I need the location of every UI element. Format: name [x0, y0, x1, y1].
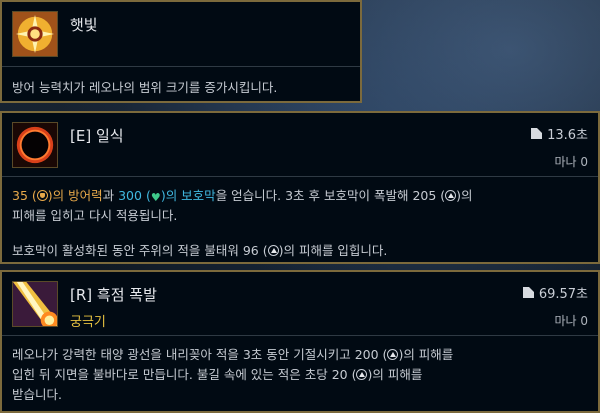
ability-r-cooldown: 69.57초	[522, 283, 588, 302]
ability-power-icon	[387, 349, 399, 360]
eclipse-icon	[12, 122, 58, 168]
health-icon	[151, 188, 161, 208]
ability-e-cooldown-value: 13.6초	[547, 128, 588, 143]
ability-e-line-3: 보호막이 활성화된 동안 주위의 적을 불태워 96 ()의 피해를 입힙니다.	[12, 243, 388, 258]
ability-r-cost: 마나 0	[554, 314, 588, 328]
ability-r-cooldown-value: 69.57초	[538, 287, 588, 302]
passive-divider	[2, 66, 360, 67]
ability-r-line-1: 레오나가 강력한 태양 광선을 내리꽂아 적을 3초 동안 기절시키고 200 …	[12, 347, 454, 362]
ability-power-icon	[445, 190, 457, 201]
ultimate-label: 궁극기	[70, 315, 106, 330]
sun-passive-icon	[12, 11, 58, 57]
ability-r-divider	[2, 335, 598, 336]
passive-name: 햇빛	[70, 16, 98, 34]
ability-e-line-1: 35 ()의 방어력과 300 ()의 보호막을 얻습니다. 3초 후 보호막이…	[12, 186, 586, 208]
shield-value: 300 ()의 보호막	[118, 188, 216, 208]
ability-e-line-2: 피해를 입히고 다시 적용됩니다.	[12, 208, 178, 223]
ability-power-icon	[267, 245, 279, 256]
ability-e-cooldown: 13.6초	[531, 124, 588, 143]
ability-r-tooltip: [R] 흑점 폭발 궁극기 69.57초 마나 0 레오나가 강력한 태양 광선…	[0, 270, 600, 413]
ability-r-name: [R] 흑점 폭발	[70, 286, 157, 304]
cooldown-icon	[531, 128, 543, 139]
ability-r-description: 레오나가 강력한 태양 광선을 내리꽂아 적을 3초 동안 기절시키고 200 …	[12, 345, 586, 405]
ability-e-divider	[2, 176, 598, 177]
armor-value: 35 ()의 방어력	[12, 188, 103, 203]
armor-icon	[36, 190, 48, 201]
ability-e-description: 35 ()의 방어력과 300 ()의 보호막을 얻습니다. 3초 후 보호막이…	[12, 186, 586, 261]
ability-r-line-2: 입힌 뒤 지면을 불바다로 만듭니다. 불길 속에 있는 적은 초당 20 ()…	[12, 367, 423, 382]
passive-description: 방어 능력치가 레오나의 범위 크기를 증가시킵니다.	[12, 80, 278, 95]
ability-r-line-3: 받습니다.	[12, 387, 62, 402]
ability-e-cost: 마나 0	[554, 155, 588, 169]
ability-e-name: [E] 일식	[70, 127, 124, 145]
ability-e-tooltip: [E] 일식 13.6초 마나 0 35 ()의 방어력과 300 ()의 보호…	[0, 111, 600, 264]
ability-power-icon	[356, 369, 368, 380]
solar-flare-icon	[12, 281, 58, 327]
cooldown-icon	[522, 287, 534, 298]
passive-tooltip: 햇빛 방어 능력치가 레오나의 범위 크기를 증가시킵니다.	[0, 0, 362, 103]
